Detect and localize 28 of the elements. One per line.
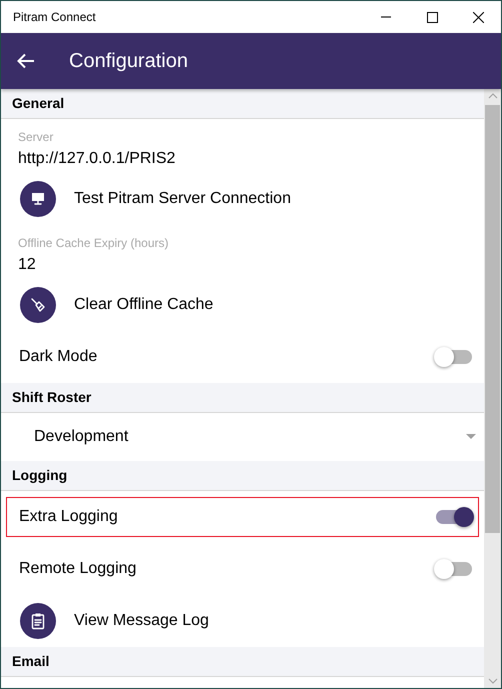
broom-icon bbox=[30, 297, 46, 313]
action-button[interactable]: View Message Log bbox=[1, 595, 484, 647]
toggle-label: Extra Logging bbox=[19, 507, 118, 527]
toggle-switch[interactable] bbox=[436, 510, 472, 524]
section-header: Shift Roster bbox=[1, 383, 484, 413]
input-field[interactable]: http://127.0.0.1/PRIS2 bbox=[18, 147, 467, 171]
section-header: Logging bbox=[1, 461, 484, 491]
caret-icon bbox=[466, 434, 476, 440]
input-field[interactable]: 12 bbox=[18, 253, 467, 277]
toggle-switch[interactable] bbox=[436, 350, 472, 364]
toggle-label: Remote Logging bbox=[19, 559, 136, 579]
toggle-switch[interactable] bbox=[436, 562, 472, 576]
clipboard-icon bbox=[30, 612, 46, 630]
close-icon bbox=[472, 12, 484, 22]
action-button[interactable]: Test Pitram Server Connection bbox=[1, 173, 484, 225]
dropdown-picker[interactable]: Development bbox=[1, 413, 484, 461]
maximize-icon bbox=[426, 12, 438, 22]
monitor-icon bbox=[30, 191, 46, 207]
scrollbar[interactable] bbox=[484, 89, 501, 688]
page-title: Configuration bbox=[69, 49, 188, 74]
action-button[interactable]: Clear Offline Cache bbox=[1, 279, 484, 331]
back-arrow-icon bbox=[17, 53, 35, 69]
field-label: Server bbox=[18, 129, 54, 145]
window-title: Pitram Connect bbox=[13, 9, 97, 26]
section-header: Email bbox=[1, 647, 484, 677]
toggle-label: Dark Mode bbox=[19, 347, 98, 367]
section-header: General bbox=[1, 89, 484, 119]
field-label: Offline Cache Expiry (hours) bbox=[18, 235, 170, 251]
